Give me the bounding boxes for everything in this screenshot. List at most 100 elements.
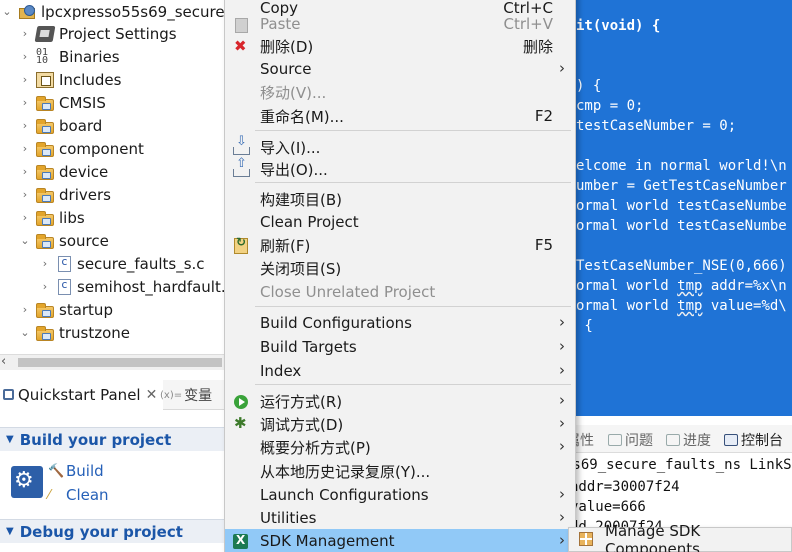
- menu-item-label: Build Configurations: [260, 314, 412, 332]
- scroll-left-arrow-icon[interactable]: ‹: [1, 354, 6, 369]
- menu-item-close-unrelated-project[interactable]: Close Unrelated Project: [225, 280, 575, 304]
- collapse-triangle-icon[interactable]: ▼: [6, 434, 14, 445]
- close-icon[interactable]: ✕: [146, 387, 158, 403]
- build-link[interactable]: 🔨 Build: [48, 460, 104, 482]
- menu-item-close-project[interactable]: 关闭项目(S): [225, 256, 575, 280]
- tree-item-drivers[interactable]: › drivers: [18, 183, 111, 206]
- expand-chevron-icon[interactable]: ›: [18, 27, 32, 40]
- menu-item-paste[interactable]: Paste Ctrl+V: [225, 12, 575, 36]
- tree-item-project-settings[interactable]: › Project Settings: [18, 22, 177, 45]
- menu-item-build-project[interactable]: 构建项目(B): [225, 187, 575, 211]
- tab-variables[interactable]: (x)= 变量: [160, 380, 212, 410]
- export-icon: [233, 156, 250, 177]
- tree-item-secure-faults-s-c[interactable]: › secure_faults_s.c: [38, 252, 205, 275]
- menu-item-label: 构建项目(B): [260, 190, 342, 209]
- menu-separator: [255, 306, 571, 307]
- menu-item-launch-configurations[interactable]: Launch Configurations ›: [225, 483, 575, 507]
- menu-item-build-configurations[interactable]: Build Configurations ›: [225, 311, 575, 335]
- collapse-chevron-icon[interactable]: ⌄: [18, 326, 32, 339]
- submenu-arrow-icon: ›: [559, 414, 565, 432]
- menu-item-refresh[interactable]: 刷新(F) F5: [225, 233, 575, 257]
- expand-chevron-icon[interactable]: ›: [18, 119, 32, 132]
- source-folder-icon: [36, 118, 54, 134]
- tree-item-semihost-hardfault-c[interactable]: › semihost_hardfault.c: [38, 275, 224, 298]
- tab-console[interactable]: 控制台: [724, 430, 783, 450]
- source-folder-icon: [36, 141, 54, 157]
- tree-item-project-root[interactable]: ⌄ lpcxpresso55s69_secure_: [0, 0, 224, 23]
- menu-item-sdk-management[interactable]: SDK Management ›: [225, 529, 575, 552]
- menu-item-source[interactable]: Source ›: [225, 57, 575, 81]
- source-folder-icon: [36, 95, 54, 111]
- expand-chevron-icon[interactable]: ›: [18, 165, 32, 178]
- submenu-arrow-icon: ›: [559, 59, 565, 77]
- code-line: umber = GetTestCaseNumber: [576, 178, 787, 194]
- expand-chevron-icon[interactable]: ›: [38, 280, 52, 293]
- tab-label: 进度: [683, 433, 711, 449]
- console-line: value=666: [570, 499, 646, 515]
- tree-item-source[interactable]: ⌄ source: [18, 229, 108, 252]
- tab-quickstart-panel[interactable]: Quickstart Panel ✕: [0, 380, 164, 410]
- clean-link[interactable]: ⁄ Clean: [48, 484, 109, 506]
- section-build-your-project[interactable]: ▼ Build your project: [0, 427, 224, 451]
- tree-item-cmsis[interactable]: › CMSIS: [18, 91, 106, 114]
- section-debug-your-project[interactable]: ▼ Debug your project: [0, 519, 224, 543]
- tree-item-label: libs: [59, 208, 85, 227]
- source-folder-icon: [36, 210, 54, 226]
- menu-item-label: Clean Project: [260, 213, 359, 231]
- tab-problems[interactable]: 问题: [608, 430, 653, 450]
- menu-item-label: Manage SDK Components: [605, 522, 701, 552]
- tree-item-device[interactable]: › device: [18, 160, 108, 183]
- menu-item-restore-local-history[interactable]: 从本地历史记录复原(Y)...: [225, 459, 575, 483]
- menu-item-label: Launch Configurations: [260, 486, 429, 504]
- menu-item-label: 删除(D): [260, 37, 314, 56]
- expand-chevron-icon[interactable]: ›: [18, 50, 32, 63]
- menu-item-label: 从本地历史记录复原(Y)...: [260, 462, 431, 481]
- menu-item-manage-sdk-components[interactable]: Manage SDK Components: [569, 522, 792, 552]
- menu-item-debug-as[interactable]: 调试方式(D) ›: [225, 412, 575, 436]
- menu-item-clean-project[interactable]: Clean Project: [225, 210, 575, 234]
- menu-item-index[interactable]: Index ›: [225, 359, 575, 383]
- collapse-triangle-icon[interactable]: ▼: [6, 526, 14, 537]
- submenu-arrow-icon: ›: [559, 361, 565, 379]
- tree-item-libs[interactable]: › libs: [18, 206, 85, 229]
- menu-item-label: Utilities: [260, 509, 317, 527]
- expand-chevron-icon[interactable]: ›: [18, 188, 32, 201]
- code-line: ormal world testCaseNumbe: [576, 198, 787, 214]
- menu-item-profile-as[interactable]: 概要分析方式(P) ›: [225, 435, 575, 459]
- menu-item-rename[interactable]: 重命名(M)... F2: [225, 104, 575, 128]
- expand-chevron-icon[interactable]: ›: [18, 211, 32, 224]
- tree-item-board[interactable]: › board: [18, 114, 103, 137]
- menu-item-import[interactable]: 导入(I)...: [225, 134, 575, 159]
- tree-item-trustzone[interactable]: ⌄ trustzone: [18, 321, 130, 344]
- menu-item-utilities[interactable]: Utilities ›: [225, 506, 575, 530]
- expand-chevron-icon[interactable]: ›: [38, 257, 52, 270]
- menu-item-build-targets[interactable]: Build Targets ›: [225, 335, 575, 359]
- code-editor[interactable]: it(void) { ) { cmp = 0; testCaseNumber =…: [560, 0, 792, 416]
- code-text: addr=%x\n: [702, 278, 787, 294]
- collapse-chevron-icon[interactable]: ⌄: [0, 5, 14, 18]
- tree-item-component[interactable]: › component: [18, 137, 144, 160]
- tree-item-label: device: [59, 162, 109, 181]
- tree-item-includes[interactable]: › Includes: [18, 68, 122, 91]
- tree-item-binaries[interactable]: › Binaries: [18, 45, 120, 68]
- menu-item-export[interactable]: 导出(O)...: [225, 156, 575, 181]
- menu-item-delete[interactable]: 删除(D) 删除: [225, 34, 575, 58]
- tree-item-label: component: [59, 139, 144, 158]
- tree-item-startup[interactable]: › startup: [18, 298, 113, 321]
- menu-item-move[interactable]: 移动(V)...: [225, 80, 575, 104]
- tab-progress[interactable]: 进度: [666, 430, 711, 450]
- expand-chevron-icon[interactable]: ›: [18, 73, 32, 86]
- collapse-chevron-icon[interactable]: ⌄: [18, 234, 32, 247]
- tab-label: Quickstart Panel: [18, 386, 141, 404]
- binaries-icon: [36, 49, 54, 65]
- build-gear-icon: [11, 466, 43, 498]
- expand-chevron-icon[interactable]: ›: [18, 303, 32, 316]
- scrollbar-thumb[interactable]: [18, 358, 222, 367]
- expand-chevron-icon[interactable]: ›: [18, 96, 32, 109]
- horizontal-scrollbar[interactable]: ‹: [0, 354, 224, 370]
- menu-item-run-as[interactable]: 运行方式(R) ›: [225, 389, 575, 413]
- menu-item-label: SDK Management: [260, 532, 395, 550]
- expand-chevron-icon[interactable]: ›: [18, 142, 32, 155]
- link-label: Build: [66, 462, 104, 480]
- tree-item-label: trustzone: [59, 323, 131, 342]
